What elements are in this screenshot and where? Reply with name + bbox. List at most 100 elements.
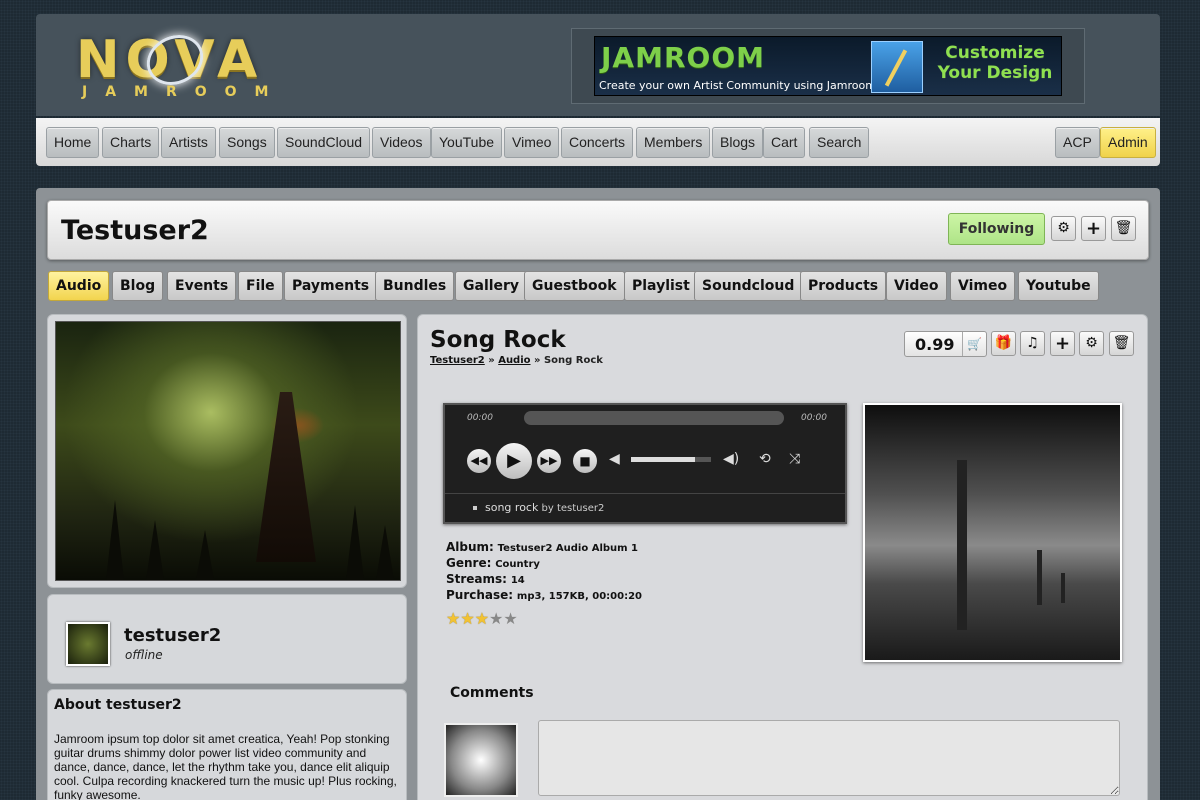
playlist-track[interactable]: song rock <box>485 501 538 514</box>
genre-label: Genre: <box>446 556 492 570</box>
nav-admin[interactable]: Admin <box>1100 127 1156 158</box>
banner-brand: JAMROOM <box>601 41 765 74</box>
star-icon[interactable]: ★ <box>489 609 503 628</box>
banner-tagline: Create your own Artist Community using J… <box>599 79 881 92</box>
about-text: Jamroom ipsum top dolor sit amet creatic… <box>54 732 397 800</box>
profile-name: Testuser2 <box>61 215 209 246</box>
main-nav: Home Charts Artists Songs SoundCloud Vid… <box>36 118 1160 166</box>
tab-playlist[interactable]: Playlist <box>624 271 698 301</box>
nav-acp[interactable]: ACP <box>1055 127 1100 158</box>
nav-search[interactable]: Search <box>809 127 870 158</box>
music-note-icon[interactable]: ♫ <box>1020 331 1045 356</box>
comment-input[interactable] <box>538 720 1120 796</box>
user-name[interactable]: testuser2 <box>124 625 221 646</box>
profile-title-bar: Testuser2 Following ⚙ + 🗑 <box>47 200 1149 260</box>
ad-banner[interactable]: JAMROOM Create your own Artist Community… <box>571 28 1085 104</box>
progress-bar[interactable] <box>524 411 784 425</box>
tab-blog[interactable]: Blog <box>112 271 164 301</box>
breadcrumb-separator: » <box>534 355 544 366</box>
nav-songs[interactable]: Songs <box>219 127 275 158</box>
nav-members[interactable]: Members <box>636 127 711 158</box>
breadcrumb-separator: » <box>488 355 499 366</box>
rewind-icon[interactable]: ◀◀ <box>467 449 491 473</box>
playlist: song rock by testuser2 <box>445 493 845 522</box>
tab-payments[interactable]: Payments <box>284 271 378 301</box>
nav-cart[interactable]: Cart <box>763 127 806 158</box>
song-meta: Album: Testuser2 Audio Album 1 Genre: Co… <box>446 540 642 604</box>
tab-vimeo[interactable]: Vimeo <box>950 271 1016 301</box>
song-detail: Song Rock Testuser2 » Audio » Song Rock … <box>417 314 1148 800</box>
banner-cta: Customize Your Design <box>937 43 1053 83</box>
follow-button[interactable]: Following <box>948 213 1045 245</box>
play-icon[interactable]: ▶ <box>496 443 532 479</box>
tab-gallery[interactable]: Gallery <box>455 271 528 301</box>
artwork-tower <box>256 392 316 562</box>
genre-value: Country <box>495 559 540 570</box>
tab-video[interactable]: Video <box>886 271 947 301</box>
time-current: 00:00 <box>467 413 493 423</box>
trash-icon[interactable]: 🗑 <box>1111 216 1136 241</box>
nav-soundcloud[interactable]: SoundCloud <box>277 127 371 158</box>
breadcrumb: Testuser2 » Audio » Song Rock <box>430 355 603 366</box>
nav-home[interactable]: Home <box>46 127 100 158</box>
artwork-spike <box>376 525 394 580</box>
tab-youtube[interactable]: Youtube <box>1018 271 1099 301</box>
plus-icon[interactable]: + <box>1050 331 1075 356</box>
breadcrumb-current: Song Rock <box>543 355 603 366</box>
playlist-artist: by testuser2 <box>541 503 605 514</box>
user-card: testuser2 offline <box>47 594 407 684</box>
repeat-icon[interactable]: ⟲ <box>759 451 771 467</box>
star-icon[interactable]: ★ <box>503 609 517 628</box>
volume-max-icon[interactable]: ◀) <box>723 451 739 467</box>
breadcrumb-user-link[interactable]: Testuser2 <box>430 355 485 366</box>
album-label: Album: <box>446 540 494 554</box>
trash-icon[interactable]: 🗑 <box>1109 331 1134 356</box>
album-value: Testuser2 Audio Album 1 <box>497 543 639 554</box>
cart-icon[interactable]: 🛒 <box>962 332 986 356</box>
gift-icon[interactable]: 🎁 <box>991 331 1016 356</box>
audio-player: 00:00 00:00 ◀◀ ▶ ▶▶ ■ ◀ ◀) ⟲ ⤨ song rock… <box>443 403 847 524</box>
nav-videos[interactable]: Videos <box>372 127 431 158</box>
nav-vimeo[interactable]: Vimeo <box>504 127 560 158</box>
star-icon[interactable]: ★ <box>475 609 489 628</box>
profile-panel: Testuser2 Following ⚙ + 🗑 Audio Blog Eve… <box>36 188 1160 800</box>
stop-icon[interactable]: ■ <box>573 449 597 473</box>
price-box[interactable]: 0.99 🛒 <box>904 331 987 357</box>
fence-post <box>1037 550 1042 605</box>
fast-forward-icon[interactable]: ▶▶ <box>537 449 561 473</box>
artwork-spike <box>106 500 124 580</box>
nav-blogs[interactable]: Blogs <box>712 127 764 158</box>
gear-icon[interactable]: ⚙ <box>1079 331 1104 356</box>
tab-file[interactable]: File <box>238 271 283 301</box>
artwork-spike <box>146 520 164 580</box>
tab-audio[interactable]: Audio <box>48 271 110 301</box>
list-bullet <box>473 506 477 510</box>
star-rating[interactable]: ★★★★★ <box>446 609 518 628</box>
tab-products[interactable]: Products <box>800 271 887 301</box>
avatar[interactable] <box>66 622 110 666</box>
nav-artists[interactable]: Artists <box>161 127 216 158</box>
nav-youtube[interactable]: YouTube <box>431 127 503 158</box>
artwork-spike <box>196 530 214 580</box>
plus-icon[interactable]: + <box>1081 216 1106 241</box>
star-icon[interactable]: ★ <box>460 609 474 628</box>
breadcrumb-section-link[interactable]: Audio <box>498 355 530 366</box>
tab-events[interactable]: Events <box>167 271 237 301</box>
nav-charts[interactable]: Charts <box>102 127 160 158</box>
star-icon[interactable]: ★ <box>446 609 460 628</box>
gear-icon[interactable]: ⚙ <box>1051 216 1076 241</box>
streams-value: 14 <box>510 575 525 586</box>
mute-icon[interactable]: ◀ <box>609 451 620 467</box>
price: 0.99 <box>915 335 955 354</box>
site-logo[interactable]: NOVA JAMROOM <box>76 25 346 110</box>
shuffle-icon[interactable]: ⤨ <box>789 451 800 467</box>
tab-soundcloud[interactable]: Soundcloud <box>694 271 803 301</box>
nav-concerts[interactable]: Concerts <box>561 127 634 158</box>
album-cover[interactable] <box>863 403 1122 662</box>
profile-image-card <box>47 314 407 588</box>
volume-slider[interactable] <box>631 457 711 462</box>
tab-bundles[interactable]: Bundles <box>375 271 455 301</box>
about-title: About testuser2 <box>54 697 182 713</box>
tab-guestbook[interactable]: Guestbook <box>524 271 625 301</box>
profile-image[interactable] <box>55 321 401 581</box>
